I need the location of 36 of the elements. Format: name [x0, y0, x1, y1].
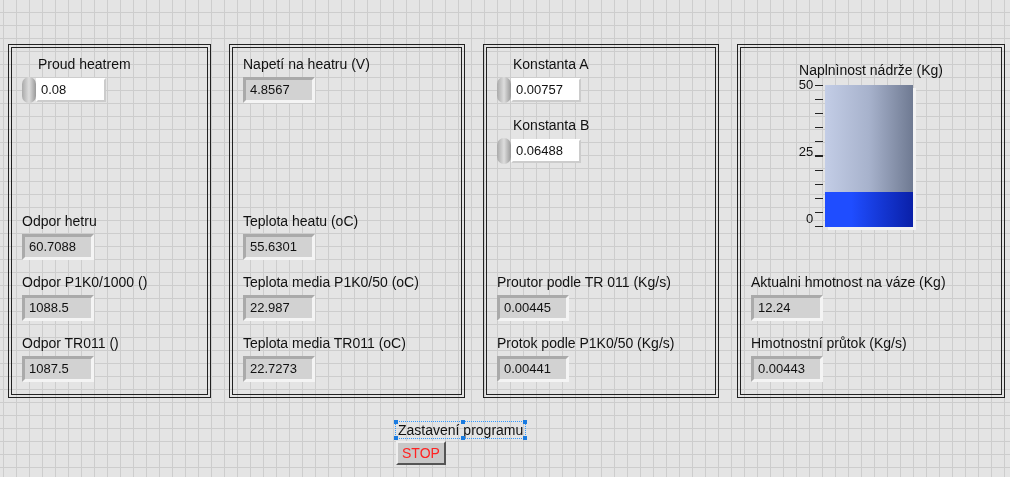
scale-label: 50	[798, 77, 814, 93]
numeric-indicator: 55.6301	[243, 234, 315, 260]
numeric-indicator: 22.7273	[243, 356, 315, 382]
indicator-label: Odpor TR011 ()	[22, 335, 120, 352]
numeric-input[interactable]: 0.06488	[511, 139, 581, 163]
numeric-indicator: 60.7088	[22, 234, 94, 260]
indicator-label: Odpor P1K0/1000 ()	[22, 274, 149, 291]
spinner-icon[interactable]	[497, 138, 511, 164]
numeric-indicator: 4.8567	[243, 77, 315, 103]
indicator-label: Napetí na heatru (V)	[243, 56, 371, 73]
numeric-indicator: 1088.5	[22, 295, 94, 321]
button-label: Zastavení programu	[396, 422, 526, 438]
numeric-indicator: 12.24	[751, 295, 823, 321]
numeric-input[interactable]: 0.00757	[511, 78, 581, 102]
scale-label: 0	[806, 211, 814, 227]
control-label: Konstanta A	[513, 56, 590, 73]
spinner-icon[interactable]	[22, 77, 36, 103]
numeric-indicator: 1087.5	[22, 356, 94, 382]
indicator-label: Aktualni hmotnost na váze (Kg)	[751, 274, 947, 291]
control-label: Konstanta B	[513, 117, 591, 134]
indicator-label: Teplota media P1K0/50 (oC)	[243, 274, 420, 291]
control-label: Proud heatrem	[38, 56, 132, 73]
numeric-indicator: 22.987	[243, 295, 315, 321]
numeric-indicator: 0.00443	[751, 356, 823, 382]
indicator-label: Teplota heatu (oC)	[243, 213, 360, 230]
spinner-icon[interactable]	[497, 77, 511, 103]
indicator-label: Odpor hetru	[22, 213, 98, 230]
indicator-label: Hmotnostní průtok (Kg/s)	[751, 335, 908, 352]
indicator-label: Protok podle P1K0/50 (Kg/s)	[497, 335, 676, 352]
indicator-label: Proutor podle TR 011 (Kg/s)	[497, 274, 672, 291]
numeric-indicator: 0.00441	[497, 356, 569, 382]
numeric-input[interactable]: 0.08	[36, 78, 106, 102]
indicator-label: Teplota media TR011 (oC)	[243, 335, 407, 352]
tank-label: Naplnìnost nádrže (Kg)	[799, 62, 943, 79]
numeric-indicator: 0.00445	[497, 295, 569, 321]
scale-label: 25	[798, 144, 814, 160]
